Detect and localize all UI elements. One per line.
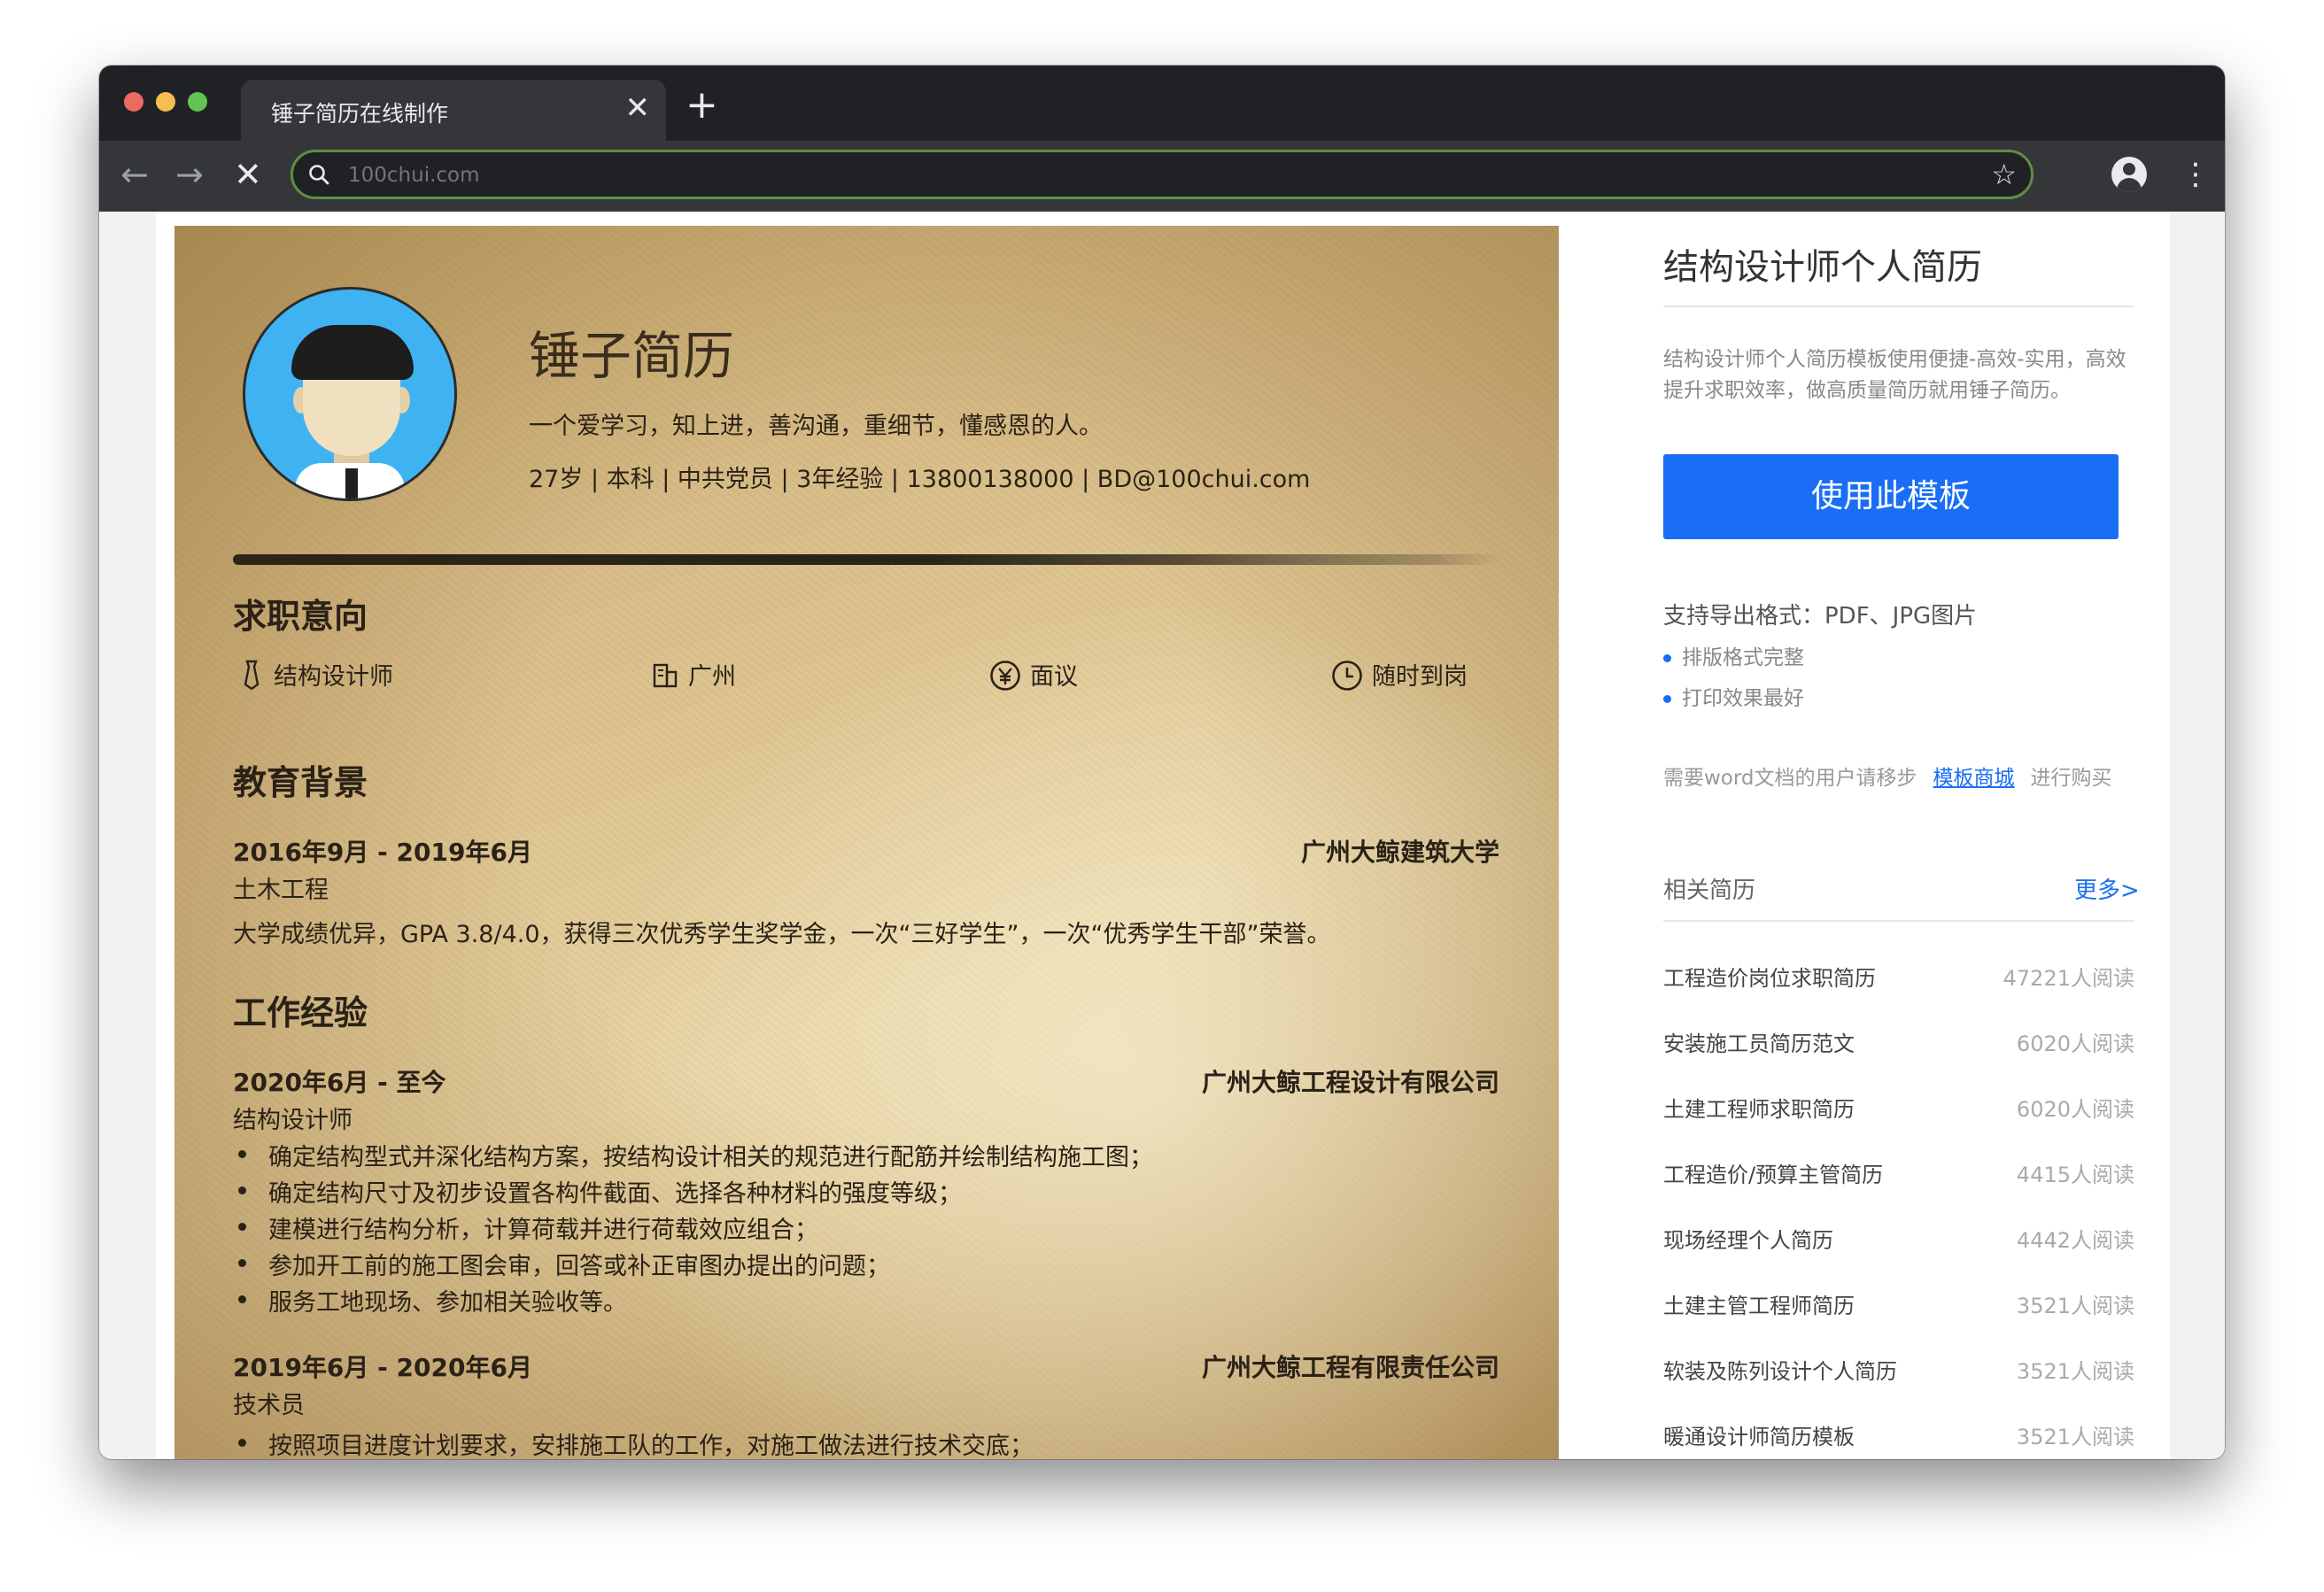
browser-menu-icon[interactable]: ⋮ [2181,153,2211,196]
job-period: 2020年6月 - 至今 [233,1068,446,1097]
intent-city: 广州 [651,657,736,692]
resume-tagline: 一个爱学习，知上进，善沟通，重细节，懂感恩的人。 [529,413,1103,440]
search-icon [309,165,329,185]
profile-avatar [243,287,457,501]
template-store-link[interactable]: 模板商城 [1933,767,2015,790]
education-description: 大学成绩优异，GPA 3.8/4.0，获得三次优秀学生奖学金，一次“三好学生”，… [233,921,1331,948]
job-bullet: 参加开工前的施工图会审，回答或补正审图办提出的问题； [238,1247,890,1281]
address-input[interactable] [346,159,1855,191]
new-tab-button[interactable]: + [686,83,718,128]
job-company: 广州大鲸工程有限责任公司 [1201,1353,1499,1382]
feature-item: 打印效果最好 [1663,681,1804,711]
brush-divider [233,554,1499,565]
job-role: 结构设计师 [233,1107,352,1134]
tab-title: 锤子简历在线制作 [271,101,449,127]
tie-icon [244,660,260,691]
job-bullet: 确定结构尺寸及初步设置各构件截面、选择各种材料的强度等级； [238,1174,962,1209]
export-formats: 支持导出格式：PDF、JPG图片 [1663,603,1978,630]
work-heading: 工作经验 [233,993,368,1032]
intent-salary: 面议 [989,657,1078,692]
browser-tab[interactable]: 锤子简历在线制作 ✕ [241,80,666,141]
template-description: 结构设计师个人简历模板使用便捷-高效-实用，高效提升求职效率，做高质量简历就用锤… [1663,348,2126,402]
template-sidebar: 结构设计师个人简历 结构设计师个人简历模板使用便捷-高效-实用，高效提升求职效率… [1571,212,2170,1459]
back-arrow-icon[interactable]: ← [120,153,149,196]
job-company: 广州大鲸工程设计有限公司 [1201,1068,1499,1097]
stop-loading-icon[interactable]: ✕ [234,153,262,196]
bookmark-star-icon[interactable]: ☆ [1991,158,2017,191]
job-bullet: 按照项目进度计划要求，安排施工队的工作，对施工做法进行技术交底； [238,1426,1034,1459]
building-icon [653,663,678,688]
browser-window: 锤子简历在线制作 ✕ + ← → ✕ ☆ ⋮ [99,66,2225,1459]
job-bullet: 建模进行结构分析，计算荷载并进行荷载效应组合； [238,1210,818,1245]
intent-availability: 随时到岗 [1331,657,1468,692]
tab-close-icon[interactable]: ✕ [625,90,651,126]
word-note: 需要word文档的用户请移步 模板商城 进行购买 [1663,767,2112,790]
job-bullet: 确定结构型式并深化结构方案，按结构设计相关的规范进行配筋并绘制结构施工图； [238,1138,1153,1172]
clock-icon [1332,661,1362,691]
template-title: 结构设计师个人简历 [1663,247,1982,288]
window-zoom-button[interactable] [188,92,207,112]
account-avatar-icon[interactable] [2111,157,2147,192]
forward-arrow-icon[interactable]: → [175,153,204,196]
address-bar[interactable]: ☆ [290,150,2034,199]
yen-circle-icon [990,661,1020,691]
use-template-button[interactable]: 使用此模板 [1663,454,2119,539]
intent-position: 结构设计师 [238,657,393,692]
browser-toolbar: ← → ✕ ☆ ⋮ [99,141,2225,212]
window-close-button[interactable] [124,92,143,112]
resume-contact-info: 27岁 | 本科 | 中共党员 | 3年经验 | 13800138000 | B… [529,466,1311,493]
education-period: 2016年9月 - 2019年6月 [233,838,532,867]
related-divider [1663,920,2134,922]
job-period: 2019年6月 - 2020年6月 [233,1353,532,1382]
resume-preview: 锤子简历 一个爱学习，知上进，善沟通，重细节，懂感恩的人。 27岁 | 本科 |… [174,226,1559,1459]
education-major: 土木工程 [233,877,329,904]
more-link[interactable]: 更多> [2074,872,2140,905]
tab-strip: 锤子简历在线制作 ✕ + [99,66,2225,141]
window-minimize-button[interactable] [156,92,175,112]
job-bullet: 服务工地现场、参加相关验收等。 [238,1283,627,1318]
feature-item: 排版格式完整 [1663,640,1804,670]
intent-heading: 求职意向 [233,597,368,636]
related-heading: 相关简历 [1663,877,1756,904]
job-role: 技术员 [233,1392,305,1419]
education-heading: 教育背景 [233,763,368,802]
resume-name: 锤子简历 [529,326,735,386]
sidebar-divider [1663,305,2134,307]
education-school: 广州大鲸建筑大学 [1300,838,1499,867]
page-viewport: 锤子简历 一个爱学习，知上进，善沟通，重细节，懂感恩的人。 27岁 | 本科 |… [99,212,2225,1459]
